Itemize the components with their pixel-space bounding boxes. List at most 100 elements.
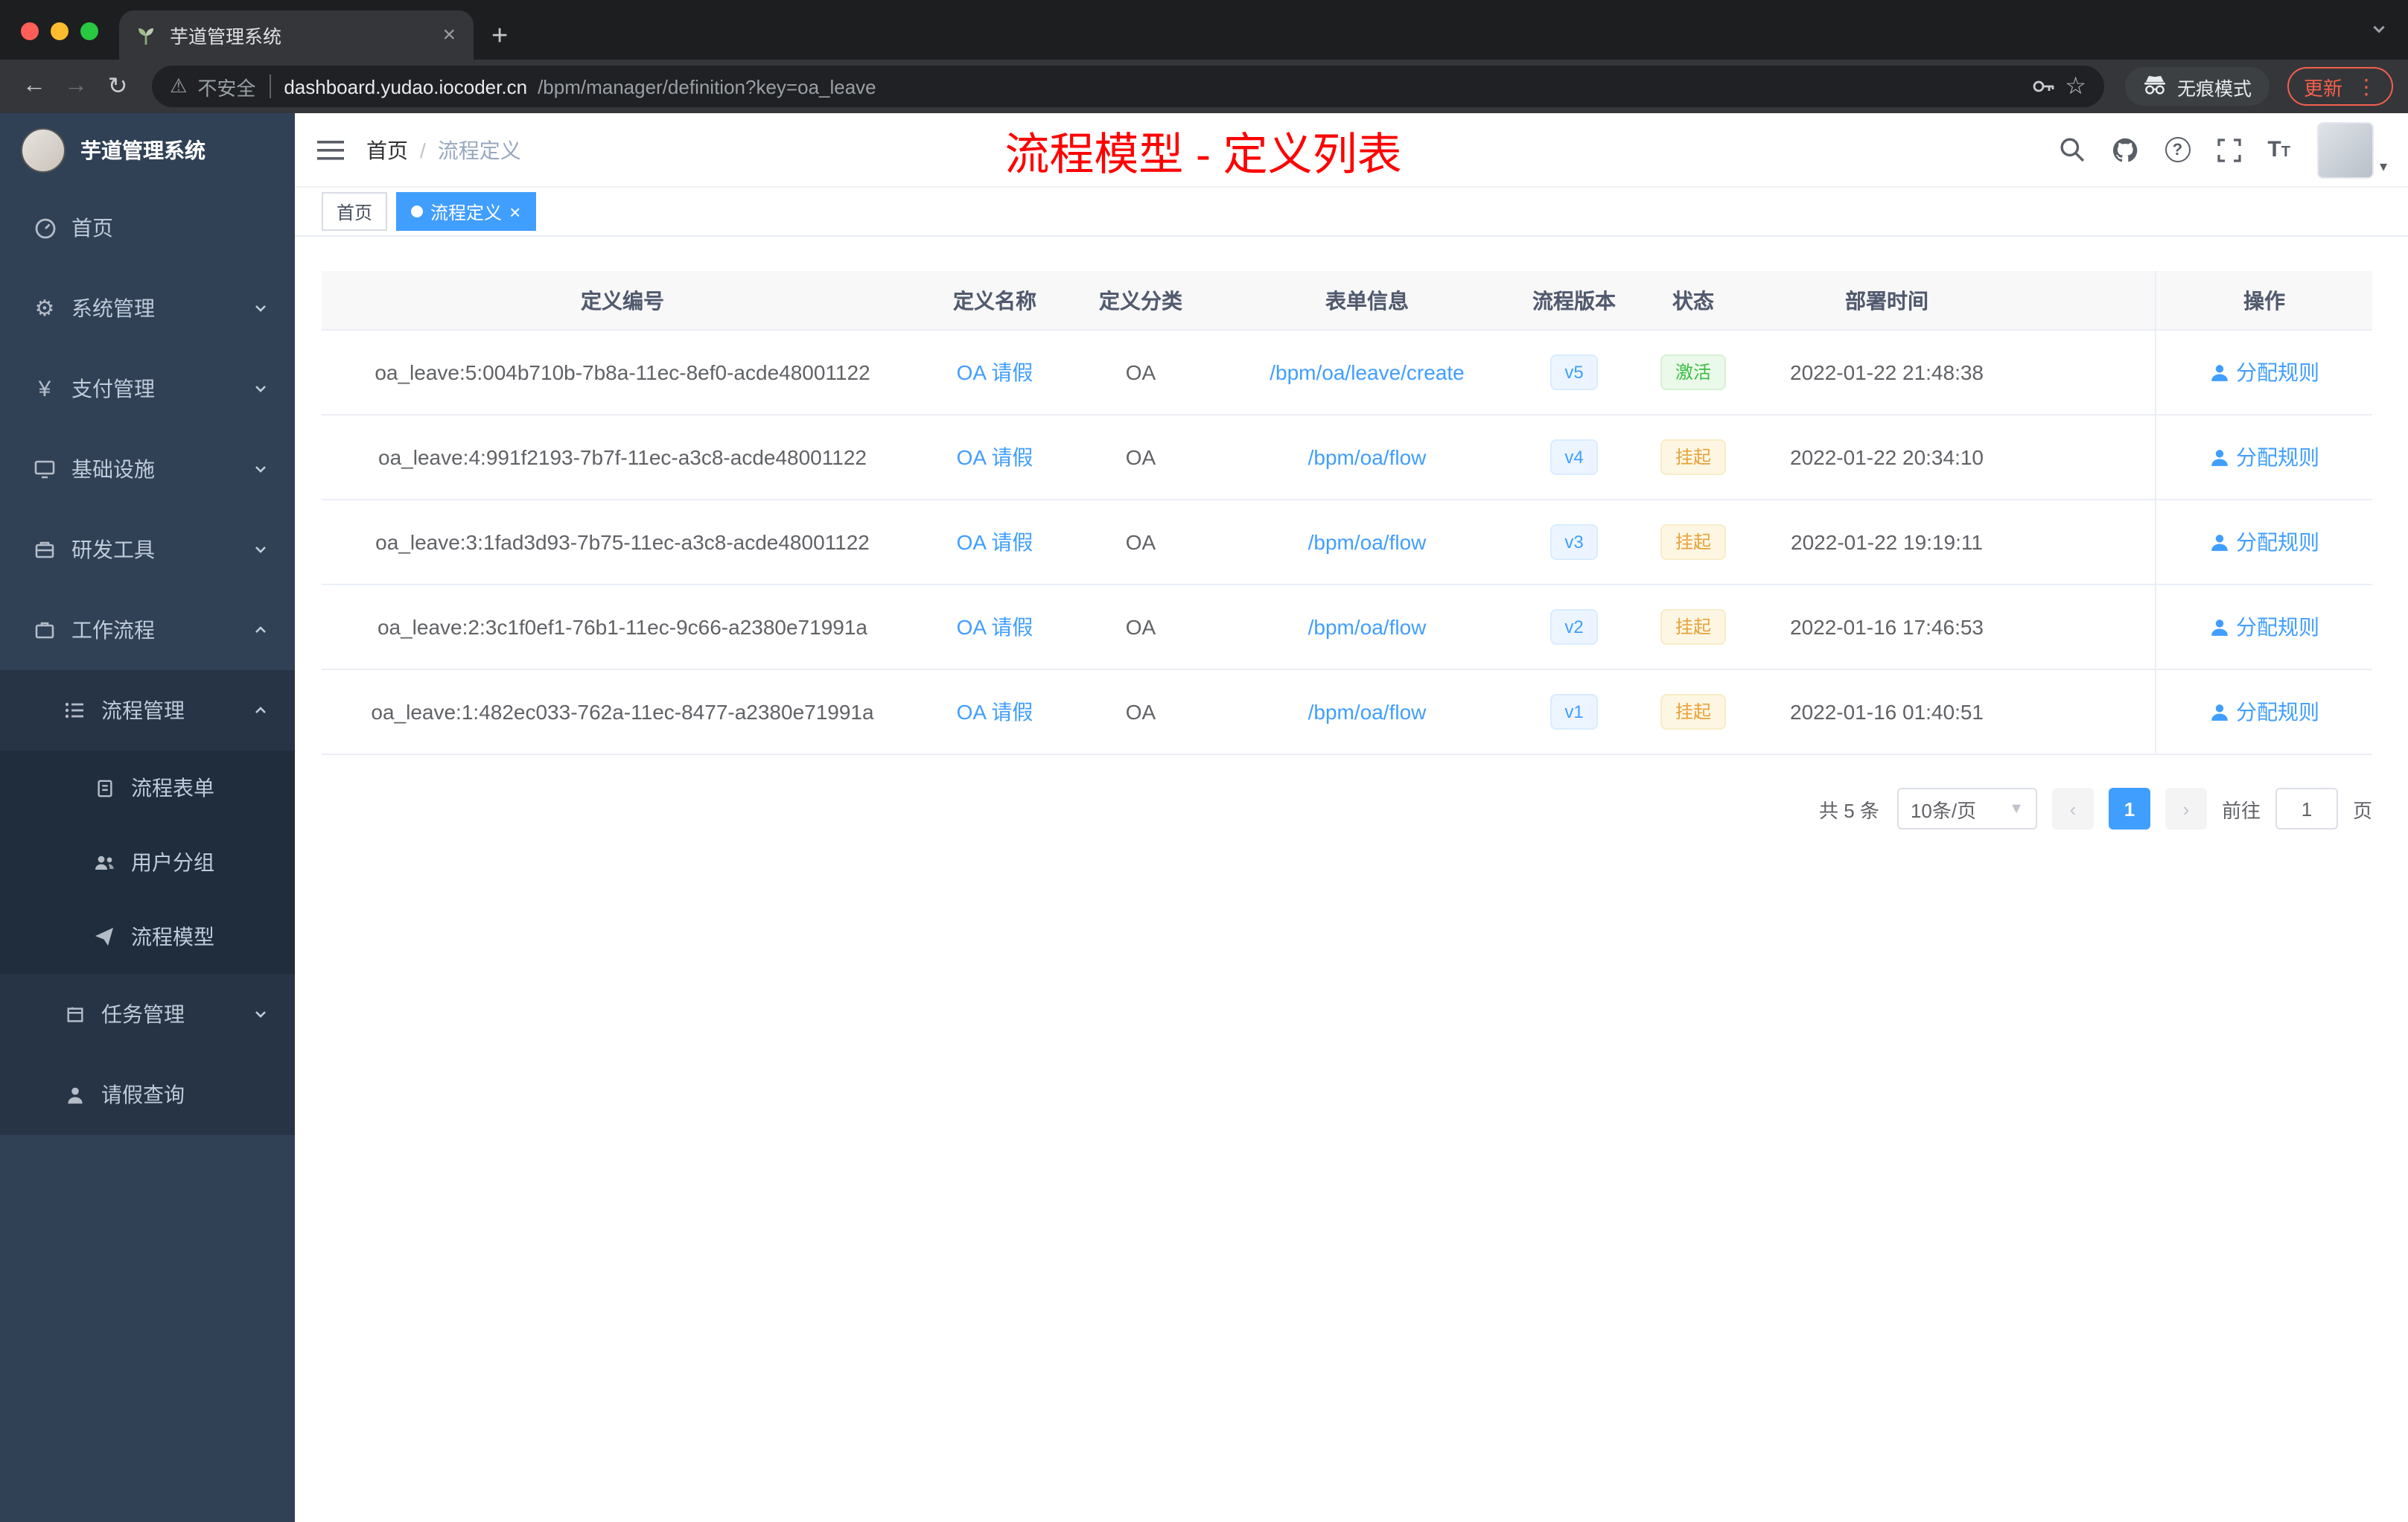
chevron-up-icon <box>253 623 268 637</box>
url-omnibox[interactable]: ⚠ 不安全 dashboard.yudao.iocoder.cn/bpm/man… <box>152 66 2104 107</box>
user-icon <box>2211 619 2227 635</box>
next-page-button[interactable]: › <box>2165 788 2207 830</box>
dashboard-icon <box>33 217 57 239</box>
github-icon[interactable] <box>2111 136 2138 163</box>
toolbox-icon <box>33 539 57 560</box>
definition-name-link[interactable]: OA 请假 <box>957 615 1033 639</box>
sidebar-item-workflow[interactable]: 工作流程 <box>0 590 295 670</box>
page-size-select[interactable]: 10条/页 ▼ <box>1896 788 2037 830</box>
deploy-time: 2022-01-22 21:48:38 <box>1790 360 1984 384</box>
sidebar-item-system-mgmt[interactable]: ⚙ 系统管理 <box>0 268 295 348</box>
pagination-total: 共 5 条 <box>1819 799 1879 821</box>
sidebar-item-user-group[interactable]: 用户分组 <box>0 825 295 899</box>
page-number-1[interactable]: 1 <box>2108 788 2150 830</box>
browser-menu-kebab-icon[interactable]: ⋮ <box>2356 76 2377 97</box>
table-row: oa_leave:3:1fad3d93-7b75-11ec-a3c8-acde4… <box>322 500 2372 585</box>
reload-button[interactable]: ↻ <box>98 67 137 106</box>
assign-rule-link[interactable]: 分配规则 <box>2209 527 2319 557</box>
breadcrumb-home[interactable]: 首页 <box>366 135 408 165</box>
chevron-down-icon <box>253 542 268 557</box>
assign-rule-link[interactable]: 分配规则 <box>2209 357 2319 387</box>
sidebar-item-home[interactable]: 首页 <box>0 188 295 268</box>
sidebar-item-process-mgmt[interactable]: 流程管理 <box>0 670 295 751</box>
chrome-update-button[interactable]: 更新 ⋮ <box>2287 67 2393 106</box>
sidebar-item-dev-tools[interactable]: 研发工具 <box>0 509 295 590</box>
zoom-window-button[interactable] <box>80 22 98 40</box>
sidebar-item-payment-mgmt[interactable]: ¥ 支付管理 <box>0 348 295 429</box>
tag-home[interactable]: 首页 <box>322 192 388 231</box>
col-definition-id: 定义编号 <box>581 288 664 312</box>
status-badge: 挂起 <box>1660 609 1726 645</box>
assign-rule-link[interactable]: 分配规则 <box>2209 697 2319 727</box>
form-info-link[interactable]: /bpm/oa/leave/create <box>1270 360 1465 384</box>
sidebar-item-process-form[interactable]: 流程表单 <box>0 751 295 825</box>
forward-button[interactable]: → <box>57 67 95 106</box>
active-tag-dot <box>411 206 424 217</box>
sidebar-item-task-mgmt[interactable]: 任务管理 <box>0 974 295 1054</box>
definition-id: oa_leave:3:1fad3d93-7b75-11ec-a3c8-acde4… <box>375 530 870 554</box>
definition-category: OA <box>1125 445 1156 469</box>
update-label[interactable]: 更新 <box>2304 72 2342 101</box>
definition-name-link[interactable]: OA 请假 <box>957 445 1033 469</box>
tab-title: 芋道管理系统 <box>170 27 282 48</box>
avatar[interactable] <box>2316 121 2374 178</box>
user-icon <box>2211 449 2227 465</box>
tab-close-icon[interactable]: × <box>439 24 459 46</box>
definition-table: 定义编号 定义名称 定义分类 表单信息 流程版本 状态 部署时间 操作 oa_l… <box>322 271 2372 755</box>
incognito-label: 无痕模式 <box>2176 78 2252 99</box>
version-badge: v4 <box>1549 439 1599 475</box>
not-secure-label[interactable]: 不安全 <box>197 72 255 101</box>
browser-tab[interactable]: 芋道管理系统 × <box>119 10 474 60</box>
col-definition-name: 定义名称 <box>953 288 1036 312</box>
prev-page-button[interactable]: ‹ <box>2051 788 2094 830</box>
avatar-caret-icon[interactable]: ▾ <box>2380 159 2387 178</box>
sidebar-collapse-icon[interactable] <box>295 112 366 187</box>
assign-rule-link[interactable]: 分配规则 <box>2209 612 2319 642</box>
form-info-link[interactable]: /bpm/oa/flow <box>1308 530 1427 554</box>
monitor-icon <box>33 459 57 480</box>
definition-category: OA <box>1125 700 1156 724</box>
form-info-link[interactable]: /bpm/oa/flow <box>1308 445 1427 469</box>
tag-process-definition[interactable]: 流程定义 × <box>396 192 536 231</box>
definition-name-link[interactable]: OA 请假 <box>957 700 1033 724</box>
main-content: 定义编号 定义名称 定义分类 表单信息 流程版本 状态 部署时间 操作 oa_l… <box>295 237 2408 1522</box>
page-title: 流程模型 - 定义列表 <box>1004 130 1402 179</box>
status-badge: 挂起 <box>1660 694 1726 730</box>
sidebar-item-process-model[interactable]: 流程模型 <box>0 899 295 974</box>
definition-category: OA <box>1125 615 1156 639</box>
logo-avatar <box>21 128 66 173</box>
app-header: 首页 / 流程定义 流程模型 - 定义列表 ? TT ▾ <box>295 113 2408 188</box>
tab-search-chevron-icon[interactable] <box>2371 18 2387 45</box>
search-icon[interactable] <box>2059 137 2084 162</box>
help-icon[interactable]: ? <box>2165 137 2191 162</box>
col-status: 状态 <box>1672 288 1714 312</box>
version-badge: v5 <box>1549 354 1599 390</box>
definition-id: oa_leave:2:3c1f0ef1-76b1-11ec-9c66-a2380… <box>377 615 867 639</box>
user-avatar-wrap[interactable]: ▾ <box>2316 121 2387 178</box>
sidebar-logo[interactable]: 芋道管理系统 <box>0 113 295 188</box>
new-tab-button[interactable]: + <box>491 22 508 51</box>
tag-close-icon[interactable]: × <box>509 202 520 221</box>
definition-name-link[interactable]: OA 请假 <box>957 530 1033 554</box>
goto-page-input[interactable] <box>2275 788 2338 830</box>
back-button[interactable]: ← <box>15 67 54 106</box>
font-size-icon[interactable]: TT <box>2267 137 2290 162</box>
user-icon <box>2211 704 2227 720</box>
deploy-time: 2022-01-22 20:34:10 <box>1790 445 1984 469</box>
definition-name-link[interactable]: OA 请假 <box>957 360 1033 384</box>
form-info-link[interactable]: /bpm/oa/flow <box>1308 615 1427 639</box>
form-info-link[interactable]: /bpm/oa/flow <box>1308 700 1427 724</box>
assign-rule-link[interactable]: 分配规则 <box>2209 442 2319 472</box>
sidebar-item-infrastructure[interactable]: 基础设施 <box>0 429 295 509</box>
col-form-info: 表单信息 <box>1325 288 1409 312</box>
password-key-icon[interactable] <box>2030 74 2054 98</box>
status-badge: 激活 <box>1660 354 1726 390</box>
status-badge: 挂起 <box>1660 439 1726 475</box>
fullscreen-icon[interactable] <box>2217 138 2240 162</box>
sidebar-item-leave-query[interactable]: 请假查询 <box>0 1054 295 1135</box>
definition-id: oa_leave:1:482ec033-762a-11ec-8477-a2380… <box>371 700 874 724</box>
table-row: oa_leave:5:004b710b-7b8a-11ec-8ef0-acde4… <box>322 331 2372 415</box>
minimize-window-button[interactable] <box>51 22 69 40</box>
close-window-button[interactable] <box>21 22 39 40</box>
bookmark-star-icon[interactable]: ☆ <box>2065 71 2086 101</box>
